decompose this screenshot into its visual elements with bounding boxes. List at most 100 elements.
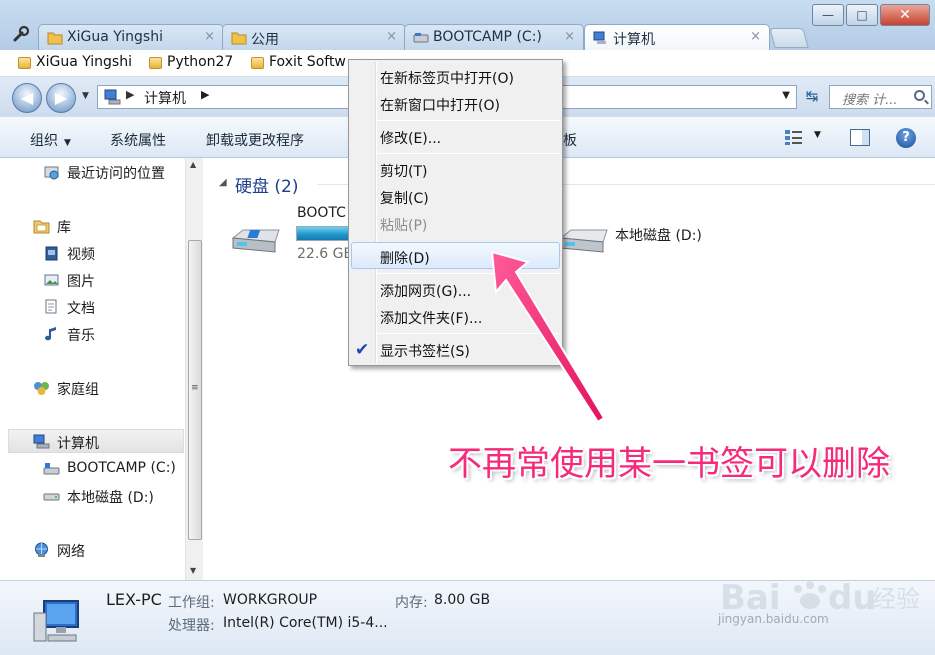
tab-close-icon[interactable]: × (386, 29, 397, 44)
menu-open-new-tab[interactable]: 在新标签页中打开(O) (380, 68, 514, 88)
new-tab-button[interactable] (769, 28, 809, 48)
drive-c-icon (43, 463, 60, 475)
sidebar-item-computer[interactable]: 计算机 (8, 429, 184, 453)
drive-free-space: 22.6 GB (297, 246, 354, 262)
sidebar-scrollbar[interactable]: ▲ ≡ ▼ (185, 158, 203, 580)
uninstall-button[interactable]: 卸载或更改程序 (206, 130, 304, 150)
refresh-icon[interactable]: ↹ (800, 87, 824, 109)
chevron-down-icon[interactable]: ▼ (814, 130, 821, 140)
sidebar-item-recent[interactable]: 最近访问的位置 (44, 163, 165, 183)
back-button[interactable]: ◀ (12, 83, 42, 113)
maximize-button[interactable]: □ (846, 4, 878, 26)
help-icon[interactable]: ? (896, 128, 916, 148)
chevron-down-icon: ▼ (64, 138, 71, 148)
menu-modify[interactable]: 修改(E)... (380, 128, 441, 148)
processor-label: 处理器: (168, 618, 215, 634)
navigation-pane: 最近访问的位置 库 视频 图片 文档 音乐 家庭组 计算机 BOOTCAMP (… (0, 158, 205, 580)
memory-label: 内存: (395, 595, 428, 611)
drive-c-icon[interactable] (229, 228, 283, 256)
group-header[interactable]: ◢ 硬盘 (2) (219, 172, 298, 197)
tab-close-icon[interactable]: × (564, 29, 575, 44)
sidebar-item-homegroup[interactable]: 家庭组 (34, 379, 99, 399)
system-properties-button[interactable]: 系统属性 (110, 130, 166, 150)
documents-icon (45, 299, 57, 314)
tab-close-icon[interactable]: × (204, 29, 215, 44)
recent-places-icon (44, 166, 59, 180)
library-icon (33, 220, 50, 234)
organize-menu[interactable]: 组织 ▼ (30, 130, 71, 150)
folder-icon (47, 30, 63, 45)
computer-icon (104, 89, 121, 105)
workgroup-value: WORKGROUP (223, 592, 318, 608)
baidu-jingyan-logo: Bai du 经验 (720, 578, 920, 618)
menu-add-folder[interactable]: 添加文件夹(F)... (380, 308, 482, 328)
history-dropdown-icon[interactable]: ▼ (82, 91, 89, 101)
scroll-down-icon[interactable]: ▼ (190, 566, 196, 575)
folder-icon (251, 57, 264, 69)
tab-label: BOOTCAMP (C:) (433, 29, 542, 45)
watermark-url: jingyan.baidu.com (718, 612, 829, 626)
svg-text:经验: 经验 (872, 585, 920, 613)
menu-copy[interactable]: 复制(C) (380, 188, 429, 208)
menu-separator (377, 153, 560, 154)
forward-button[interactable]: ▶ (46, 83, 76, 113)
menu-paste: 粘贴(P) (380, 218, 428, 234)
workgroup-label: 工作组: (168, 595, 215, 611)
menu-add-page[interactable]: 添加网页(G)... (380, 281, 471, 301)
tab-label: 计算机 (613, 32, 655, 48)
tab-gongyong[interactable]: 公用 × (222, 24, 406, 50)
breadcrumb-arrow-icon[interactable]: ▶ (201, 88, 209, 101)
music-icon (45, 327, 56, 341)
menu-separator (377, 120, 560, 121)
pictures-icon (44, 274, 59, 286)
breadcrumb-arrow-icon[interactable]: ▶ (126, 88, 134, 101)
homegroup-icon (34, 382, 49, 395)
wrench-icon[interactable] (12, 25, 30, 43)
annotation-arrow (490, 250, 606, 424)
minimize-button[interactable]: — (812, 4, 844, 26)
sidebar-item-network[interactable]: 网络 (35, 541, 85, 561)
tab-bootcamp[interactable]: BOOTCAMP (C:) × (404, 24, 584, 50)
sidebar-item-local-disk[interactable]: 本地磁盘 (D:) (43, 487, 154, 507)
pc-name: LEX-PC (106, 590, 162, 609)
tab-computer[interactable]: 计算机 × (584, 24, 770, 51)
folder-icon (149, 57, 162, 69)
video-icon (45, 246, 58, 261)
menu-show-bookmarks-bar[interactable]: 显示书签栏(S) (380, 341, 470, 361)
sidebar-item-pictures[interactable]: 图片 (44, 271, 95, 291)
folder-icon (231, 30, 247, 45)
address-dropdown-icon[interactable]: ▼ (782, 90, 790, 101)
sidebar-item-bootcamp[interactable]: BOOTCAMP (C:) (43, 460, 176, 476)
menu-cut[interactable]: 剪切(T) (380, 161, 427, 181)
processor-value: Intel(R) Core(TM) i5-4... (223, 615, 388, 631)
preview-pane-icon[interactable] (850, 129, 870, 146)
folder-icon (18, 57, 31, 69)
tab-xigua[interactable]: XiGua Yingshi × (38, 24, 224, 50)
computer-icon (593, 30, 609, 45)
bookmark-python27[interactable]: Python27 (149, 54, 233, 70)
sidebar-item-documents[interactable]: 文档 (45, 298, 95, 318)
bookmark-foxit[interactable]: Foxit Softw (251, 54, 346, 70)
search-input[interactable]: 搜索 计... (829, 85, 932, 109)
close-button[interactable]: ✕ (880, 4, 930, 26)
checkmark-icon: ✔ (355, 340, 370, 360)
memory-value: 8.00 GB (434, 592, 491, 608)
control-panel-partial[interactable]: 板 (563, 130, 577, 150)
drive-name[interactable]: 本地磁盘 (D:) (615, 225, 702, 245)
tab-strip: XiGua Yingshi × 公用 × BOOTCAMP (C:) × 计算机… (0, 0, 935, 51)
search-icon (914, 90, 925, 101)
scroll-thumb[interactable]: ≡ (188, 240, 202, 540)
computer-icon (33, 434, 50, 449)
sidebar-item-videos[interactable]: 视频 (45, 244, 95, 264)
bookmark-xigua[interactable]: XiGua Yingshi (18, 54, 132, 70)
sidebar-item-music[interactable]: 音乐 (45, 325, 95, 345)
tab-close-icon[interactable]: × (750, 29, 761, 44)
menu-open-new-window[interactable]: 在新窗口中打开(O) (380, 95, 500, 115)
network-icon (35, 542, 48, 557)
menu-delete[interactable]: 删除(D) (380, 248, 430, 268)
view-icon[interactable] (784, 129, 804, 146)
sidebar-item-libraries[interactable]: 库 (33, 217, 71, 237)
breadcrumb-computer[interactable]: 计算机 (144, 88, 186, 108)
scroll-up-icon[interactable]: ▲ (190, 160, 196, 169)
drive-name[interactable]: BOOTC (297, 205, 346, 221)
